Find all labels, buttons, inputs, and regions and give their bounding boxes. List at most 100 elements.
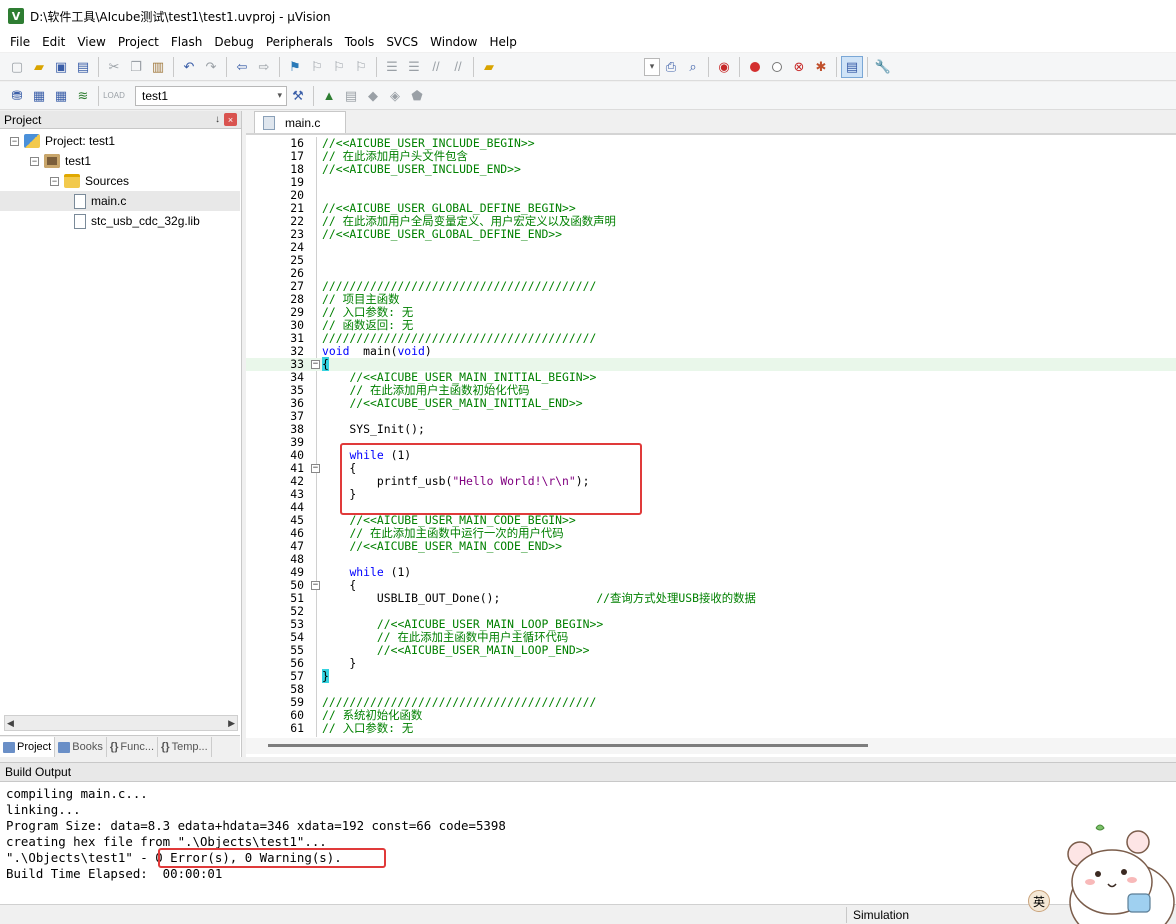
prev-bookmark-icon[interactable]: ⚐ — [306, 56, 328, 78]
editor-horizontal-scrollbar[interactable] — [246, 738, 1176, 754]
scroll-left-icon[interactable]: ◀ — [7, 718, 14, 729]
translate-icon[interactable]: ⛃ — [6, 85, 28, 107]
clear-bookmarks-icon[interactable]: ⚐ — [350, 56, 372, 78]
tree-item-stc-usb-cdc-32g-lib[interactable]: stc_usb_cdc_32g.lib — [0, 211, 240, 231]
new-file-icon[interactable]: ▢ — [6, 56, 28, 78]
load-icon[interactable]: LOAD — [103, 85, 125, 107]
next-bookmark-icon[interactable]: ⚐ — [328, 56, 350, 78]
save-icon[interactable]: ▣ — [50, 56, 72, 78]
manage-books-icon[interactable]: ▤ — [340, 85, 362, 107]
tree-item-test1[interactable]: − test1 — [0, 151, 240, 171]
fold-toggle-icon[interactable]: − — [311, 581, 320, 590]
code-line[interactable]: 57} — [246, 669, 1176, 683]
breakpoint-icon[interactable] — [744, 56, 766, 78]
menu-tools[interactable]: Tools — [339, 35, 381, 49]
code-line[interactable]: 47 //<<AICUBE_USER_MAIN_CODE_END>> — [246, 540, 1176, 553]
tab-main-c[interactable]: main.c — [254, 111, 346, 133]
collapse-toggle-icon[interactable]: − — [50, 176, 59, 186]
run-time-env-icon[interactable]: ◆ — [362, 85, 384, 107]
code-line[interactable]: 19 — [246, 176, 1176, 189]
fold-toggle-icon[interactable]: − — [311, 464, 320, 473]
collapse-toggle-icon[interactable]: − — [10, 136, 19, 146]
kill-breakpoints-icon[interactable]: ⊗ — [788, 56, 810, 78]
unindent-icon[interactable]: ☰ — [403, 56, 425, 78]
scroll-right-icon[interactable]: ▶ — [228, 718, 235, 729]
bookmark-icon[interactable]: ⚑ — [284, 56, 306, 78]
pack-installer-icon[interactable]: ⬟ — [406, 85, 428, 107]
uncomment-icon[interactable]: // — [447, 56, 469, 78]
code-token: (1) — [383, 565, 412, 579]
annotation-box-errors — [158, 848, 386, 868]
code-line[interactable]: 56 } — [246, 657, 1176, 670]
window-layout-icon[interactable]: ▤ — [841, 55, 863, 78]
collapse-toggle-icon[interactable]: − — [30, 156, 39, 166]
build-icon[interactable]: ▦ — [28, 85, 50, 107]
manage-project-items-icon[interactable]: ▲ — [318, 85, 340, 107]
tab-books[interactable]: Books — [55, 737, 107, 757]
tools-icon[interactable]: 🔧 — [872, 56, 894, 78]
rebuild-icon[interactable]: ▦ — [50, 85, 72, 107]
batch-build-icon[interactable]: ≋ — [72, 85, 94, 107]
code-line[interactable]: 49 while (1) — [246, 566, 1176, 579]
find-combo-dropdown[interactable]: ▾ — [644, 57, 660, 76]
code-line[interactable]: 23//<<AICUBE_USER_GLOBAL_DEFINE_END>> — [246, 228, 1176, 241]
menu-debug[interactable]: Debug — [208, 35, 259, 49]
paste-icon[interactable]: ▥ — [147, 56, 169, 78]
code-line[interactable]: 38 SYS_Init(); — [246, 423, 1176, 436]
tab-project[interactable]: Project — [0, 737, 56, 757]
target-options-icon[interactable]: ⚒ — [287, 85, 309, 107]
back-icon[interactable]: ⇦ — [231, 56, 253, 78]
scrollbar-thumb[interactable] — [268, 744, 868, 747]
tab-func[interactable]: {} Func... — [107, 737, 159, 757]
code-line[interactable]: 24 — [246, 241, 1176, 254]
save-all-icon[interactable]: ▤ — [72, 56, 94, 78]
title-bar: V D:\软件工具\AIcube测试\test1\test1.uvproj - … — [0, 0, 1176, 32]
code-line[interactable]: 61 // 入口参数: 无 — [246, 722, 1176, 735]
fold-toggle-icon[interactable]: − — [311, 360, 320, 369]
menu-edit[interactable]: Edit — [36, 35, 71, 49]
code-line[interactable]: 32 void main(void) — [246, 345, 1176, 358]
menu-window[interactable]: Window — [424, 35, 483, 49]
disable-breakpoint-icon[interactable] — [766, 56, 788, 78]
menu-svcs[interactable]: SVCS — [380, 35, 424, 49]
menu-flash[interactable]: Flash — [165, 35, 208, 49]
code-token: //////////////////////////////////////// — [322, 279, 597, 293]
code-line[interactable]: 51 USBLIB_OUT_Done(); //查询方式处理USB接收的数据 — [246, 592, 1176, 605]
code-editor[interactable]: 16//<<AICUBE_USER_INCLUDE_BEGIN>> 17// 在此… — [246, 137, 1176, 737]
copy-icon[interactable]: ❐ — [125, 56, 147, 78]
select-packs-icon[interactable]: ◈ — [384, 85, 406, 107]
configure-icon[interactable]: ✱ — [810, 56, 832, 78]
close-icon[interactable]: × — [224, 113, 237, 126]
tree-item-project-test1[interactable]: − Project: test1 — [0, 131, 240, 151]
code-line[interactable]: 25 — [246, 254, 1176, 267]
open-icon[interactable]: ▰ — [28, 56, 50, 78]
tree-item-sources[interactable]: − Sources — [0, 171, 240, 191]
indent-icon[interactable]: ☰ — [381, 56, 403, 78]
ime-indicator[interactable]: 英 — [1028, 890, 1050, 912]
menu-file[interactable]: File — [4, 35, 36, 49]
code-line[interactable]: 18//<<AICUBE_USER_INCLUDE_END>> — [246, 163, 1176, 176]
menu-help[interactable]: Help — [483, 35, 522, 49]
menu-project[interactable]: Project — [112, 35, 165, 49]
find-icon[interactable]: ⎙ — [660, 56, 682, 78]
debug-session-icon[interactable]: ◉ — [713, 56, 735, 78]
project-horizontal-scrollbar[interactable]: ◀ ▶ — [4, 715, 238, 731]
code-text: SYS_Init(); — [322, 423, 424, 436]
comment-icon[interactable]: // — [425, 56, 447, 78]
target-select[interactable]: test1 ▾ — [135, 85, 287, 106]
cut-icon[interactable]: ✂ — [103, 56, 125, 78]
menu-peripherals[interactable]: Peripherals — [260, 35, 339, 49]
tree-item-main-c[interactable]: main.c — [0, 191, 240, 211]
incremental-find-icon[interactable]: ⌕ — [682, 56, 704, 78]
redo-icon[interactable]: ↷ — [200, 56, 222, 78]
forward-icon[interactable]: ⇨ — [253, 56, 275, 78]
code-line[interactable]: 55 //<<AICUBE_USER_MAIN_LOOP_END>> — [246, 644, 1176, 657]
tab-temp[interactable]: {} Temp... — [158, 737, 212, 757]
menu-view[interactable]: View — [71, 35, 111, 49]
code-line[interactable]: 36 //<<AICUBE_USER_MAIN_INITIAL_END>> — [246, 397, 1176, 410]
pin-icon[interactable]: ↓ — [215, 114, 220, 125]
undo-icon[interactable]: ↶ — [178, 56, 200, 78]
find-in-files-icon[interactable]: ▰ — [478, 56, 500, 78]
